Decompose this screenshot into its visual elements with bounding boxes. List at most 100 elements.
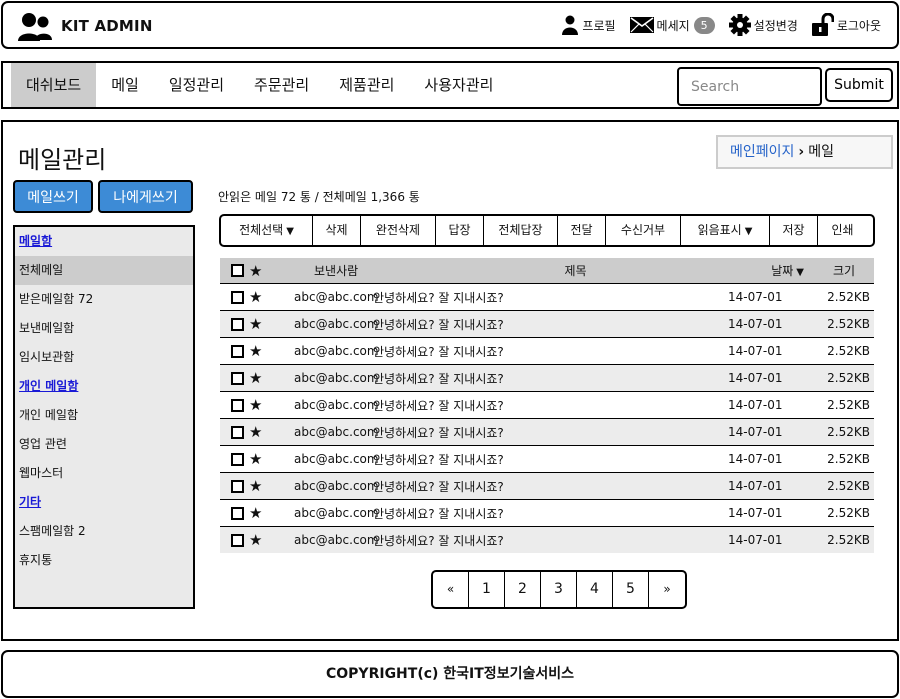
table-row[interactable]: ★ abc@abc.com 안녕하세요? 잘 지내시죠? 14-07-01 2.52KB [220, 310, 874, 337]
row-subject[interactable]: 안녕하세요? 잘 지내시죠? [373, 370, 728, 387]
sidebar-item[interactable]: 휴지통 [15, 546, 193, 575]
row-checkbox[interactable] [231, 533, 244, 547]
sidebar-item[interactable]: 개인 메일함 [15, 401, 193, 430]
sidebar-item[interactable]: 웹마스터 [15, 459, 193, 488]
sidebar-item[interactable]: 전체메일 [15, 256, 193, 285]
mark-read-button[interactable]: 읽음표시 ▼ [681, 216, 770, 245]
tab-dashboard[interactable]: 대쉬보드 [11, 63, 97, 107]
table-row[interactable]: ★ abc@abc.com 안녕하세요? 잘 지내시죠? 14-07-01 2.52KB [220, 391, 874, 418]
header-from[interactable]: 보낸사람 [273, 262, 423, 279]
next-page-button[interactable]: » [649, 572, 685, 607]
table-row[interactable]: ★ abc@abc.com 안녕하세요? 잘 지내시죠? 14-07-01 2.52KB [220, 337, 874, 364]
row-checkbox[interactable] [231, 398, 244, 412]
row-checkbox[interactable] [231, 371, 244, 385]
table-row[interactable]: ★ abc@abc.com 안녕하세요? 잘 지내시죠? 14-07-01 2.52KB [220, 499, 874, 526]
table-row[interactable]: ★ abc@abc.com 안녕하세요? 잘 지내시죠? 14-07-01 2.52KB [220, 283, 874, 310]
sidebar-item[interactable]: 받은메일함 72 [15, 285, 193, 314]
sidebar-item[interactable]: 보낸메일함 [15, 314, 193, 343]
prev-page-button[interactable]: « [433, 572, 469, 607]
tab-mail[interactable]: 메일 [96, 63, 154, 107]
compose-button[interactable]: 메일쓰기 [13, 180, 93, 213]
table-row[interactable]: ★ abc@abc.com 안녕하세요? 잘 지내시죠? 14-07-01 2.52KB [220, 472, 874, 499]
header-date[interactable]: 날짜 ▼ [728, 262, 814, 279]
tab-orders[interactable]: 주문관리 [239, 63, 324, 107]
header-subject[interactable]: 제목 [423, 262, 728, 279]
page-3-button[interactable]: 3 [541, 572, 577, 607]
star-icon[interactable]: ★ [249, 396, 273, 414]
print-button[interactable]: 인쇄 [818, 216, 867, 245]
sidebar-section-heading[interactable]: 기타 [15, 488, 193, 517]
delete-button[interactable]: 삭제 [313, 216, 361, 245]
row-date: 14-07-01 [728, 317, 783, 331]
message-count-badge: 5 [693, 16, 715, 34]
page-1-button[interactable]: 1 [469, 572, 505, 607]
breadcrumb-home-link[interactable]: 메인페이지 [730, 144, 794, 160]
row-subject[interactable]: 안녕하세요? 잘 지내시죠? [373, 343, 728, 360]
star-icon[interactable]: ★ [249, 504, 273, 522]
row-date: 14-07-01 [728, 479, 783, 493]
chevron-right-icon: › [798, 144, 805, 160]
sidebar-section-heading[interactable]: 개인 메일함 [15, 372, 193, 401]
row-subject[interactable]: 안녕하세요? 잘 지내시죠? [373, 424, 728, 441]
select-all-label: 전체선택 [239, 223, 284, 237]
row-from: abc@abc.com [294, 290, 379, 304]
row-checkbox[interactable] [231, 452, 244, 466]
top-header: KIT ADMIN 프로필 메세지 5 설정변경 로그아웃 [1, 1, 899, 49]
star-icon[interactable]: ★ [249, 288, 273, 306]
star-icon[interactable]: ★ [249, 531, 273, 549]
row-subject[interactable]: 안녕하세요? 잘 지내시죠? [373, 505, 728, 522]
row-subject[interactable]: 안녕하세요? 잘 지내시죠? [373, 532, 728, 549]
block-button[interactable]: 수신거부 [606, 216, 681, 245]
save-button[interactable]: 저장 [770, 216, 818, 245]
profile-link[interactable]: 프로필 [561, 15, 616, 35]
reply-all-button[interactable]: 전체답장 [484, 216, 558, 245]
row-subject[interactable]: 안녕하세요? 잘 지내시죠? [373, 316, 728, 333]
mail-table: ★ 보낸사람 제목 날짜 ▼ 크기 ★ abc@abc.com 안녕하세요? 잘 지내… [220, 258, 874, 553]
forward-button[interactable]: 전달 [558, 216, 606, 245]
star-icon[interactable]: ★ [249, 450, 273, 468]
tab-schedule[interactable]: 일정관리 [154, 63, 239, 107]
row-checkbox[interactable] [231, 506, 244, 520]
messages-link[interactable]: 메세지 5 [629, 16, 715, 34]
table-row[interactable]: ★ abc@abc.com 안녕하세요? 잘 지내시죠? 14-07-01 2.52KB [220, 364, 874, 391]
select-all-checkbox[interactable] [231, 264, 244, 277]
header-date-label: 날짜 [771, 264, 794, 278]
page-5-button[interactable]: 5 [613, 572, 649, 607]
row-subject[interactable]: 안녕하세요? 잘 지내시죠? [373, 478, 728, 495]
table-row[interactable]: ★ abc@abc.com 안녕하세요? 잘 지내시죠? 14-07-01 2.52KB [220, 526, 874, 553]
logout-link[interactable]: 로그아웃 [811, 13, 881, 37]
tab-users[interactable]: 사용자관리 [409, 63, 508, 107]
submit-button[interactable]: Submit [825, 68, 893, 102]
row-checkbox[interactable] [231, 425, 244, 439]
header-size[interactable]: 크기 [814, 262, 874, 279]
table-row[interactable]: ★ abc@abc.com 안녕하세요? 잘 지내시죠? 14-07-01 2.52KB [220, 445, 874, 472]
search-input[interactable] [677, 67, 822, 106]
page-2-button[interactable]: 2 [505, 572, 541, 607]
row-subject[interactable]: 안녕하세요? 잘 지내시죠? [373, 397, 728, 414]
star-icon[interactable]: ★ [249, 477, 273, 495]
select-all-button[interactable]: 전체선택 ▼ [221, 216, 313, 245]
row-checkbox[interactable] [231, 290, 244, 304]
sidebar-section-heading[interactable]: 메일함 [15, 227, 193, 256]
star-icon[interactable]: ★ [249, 423, 273, 441]
settings-link[interactable]: 설정변경 [728, 14, 798, 36]
row-checkbox[interactable] [231, 344, 244, 358]
star-icon[interactable]: ★ [249, 262, 273, 280]
tab-products[interactable]: 제품관리 [324, 63, 409, 107]
row-checkbox[interactable] [231, 317, 244, 331]
page-4-button[interactable]: 4 [577, 572, 613, 607]
self-compose-button[interactable]: 나에게쓰기 [98, 180, 193, 213]
row-subject[interactable]: 안녕하세요? 잘 지내시죠? [373, 289, 728, 306]
sidebar-item[interactable]: 임시보관함 [15, 343, 193, 372]
sidebar-item[interactable]: 스팸메일함 2 [15, 517, 193, 546]
star-icon[interactable]: ★ [249, 342, 273, 360]
star-icon[interactable]: ★ [249, 315, 273, 333]
perm-delete-button[interactable]: 완전삭제 [361, 216, 436, 245]
row-from: abc@abc.com [294, 452, 379, 466]
row-checkbox[interactable] [231, 479, 244, 493]
reply-button[interactable]: 답장 [436, 216, 484, 245]
star-icon[interactable]: ★ [249, 369, 273, 387]
row-subject[interactable]: 안녕하세요? 잘 지내시죠? [373, 451, 728, 468]
table-row[interactable]: ★ abc@abc.com 안녕하세요? 잘 지내시죠? 14-07-01 2.52KB [220, 418, 874, 445]
sidebar-item[interactable]: 영업 관련 [15, 430, 193, 459]
